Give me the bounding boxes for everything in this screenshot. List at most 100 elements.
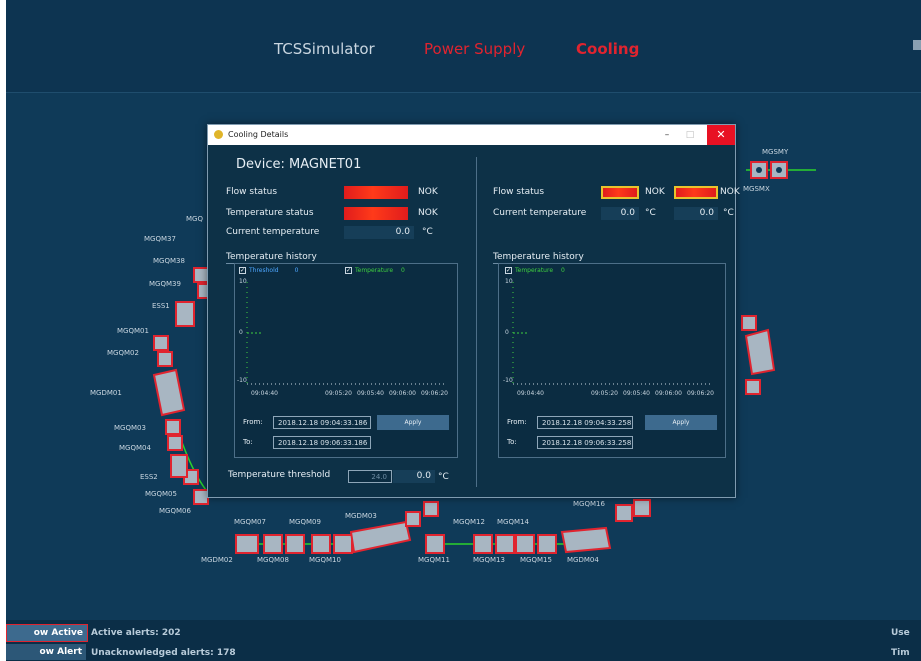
y-tick: 0: [239, 329, 243, 336]
magnet-mgqm16b: [633, 499, 651, 517]
user-label: Use: [891, 628, 910, 638]
ring-label: MGQM38: [153, 257, 185, 265]
ring-label: MGQM39: [149, 280, 181, 288]
magnet-mgqm02: [157, 351, 173, 367]
ring-label: MGDM04: [567, 556, 599, 564]
x-tick: 09:05:20: [591, 390, 618, 397]
magnet-mgqm16a: [615, 504, 633, 522]
dialog-title-bar[interactable]: Cooling Details – □ ✕: [208, 125, 735, 145]
x-tick: 09:06:20: [421, 390, 448, 397]
ring-label: MGQM02: [107, 349, 139, 357]
ring-label: MGQM14: [497, 518, 529, 526]
ring-label: MGQM06: [159, 507, 191, 515]
magnet-mgdm03: [349, 520, 412, 554]
ring-label: MGQM01: [117, 327, 149, 335]
magnet-r2: [745, 379, 761, 395]
magnet-mgqm11: [425, 534, 445, 554]
magnet-mgqm01: [153, 335, 169, 351]
x-tick: 09:04:40: [517, 390, 544, 397]
cooling-details-dialog: Cooling Details – □ ✕ Device: MAGNET01 F…: [207, 124, 740, 498]
from-input[interactable]: 2018.12.18 09:04:33.186: [273, 416, 371, 429]
from-label: From:: [507, 418, 527, 426]
magnet-mgqm04: [167, 435, 183, 451]
magnet-mgqm13: [495, 534, 515, 554]
y-tick: 10: [239, 278, 247, 285]
temperature-threshold-value: 0.0: [393, 470, 435, 483]
magnet-r3: [744, 328, 776, 376]
panel-divider: [476, 157, 477, 487]
current-temperature-label: Current temperature: [226, 227, 320, 237]
magnet-mgqm14: [515, 534, 535, 554]
temperature-threshold-label: Temperature threshold: [228, 470, 331, 480]
apply-button[interactable]: Apply: [377, 415, 449, 430]
app-window: TCSSimulator Power Supply Cooling MGQM37…: [6, 0, 921, 661]
temperature-status-label: Temperature status: [226, 208, 314, 218]
ring-label: MGQM37: [144, 235, 176, 243]
ring-label: MGQM05: [145, 490, 177, 498]
dialog-title: Cooling Details: [228, 130, 289, 139]
current-temperature-value: 0.0: [601, 207, 639, 220]
magnet-mgqm07: [263, 534, 283, 554]
magnet-mgqm09: [311, 534, 331, 554]
magnet-mgqm03: [165, 419, 181, 435]
show-alert-history-button[interactable]: ow Alert History: [6, 644, 86, 660]
ring-label: MGQM16: [573, 500, 605, 508]
magnet-mgqm06: [193, 489, 209, 505]
ring-label: MGDM02: [201, 556, 233, 564]
magnet-mgqm15: [537, 534, 557, 554]
apply-button[interactable]: Apply: [645, 415, 717, 430]
temperature-threshold-unit: °C: [438, 472, 449, 482]
ring-label: MGQM15: [520, 556, 552, 564]
magnet-ess1: [175, 301, 195, 327]
temperature-status-value: NOK: [418, 208, 438, 218]
to-input[interactable]: 2018.12.18 09:06:33.258: [537, 436, 633, 449]
to-input[interactable]: 2018.12.18 09:06:33.186: [273, 436, 371, 449]
flow-status-label: Flow status: [226, 187, 278, 197]
flow-status-label: Flow status: [493, 187, 545, 197]
ring-label: MGQM09: [289, 518, 321, 526]
y-tick: -10: [503, 377, 513, 384]
ring-label: MGQM10: [309, 556, 341, 564]
x-tick: 09:06:00: [389, 390, 416, 397]
unacknowledged-alerts-count: Unacknowledged alerts: 178: [91, 648, 236, 658]
ring-label: MGQM04: [119, 444, 151, 452]
from-input[interactable]: 2018.12.18 09:04:33.258: [537, 416, 633, 429]
flow-status-indicator: [344, 186, 408, 199]
maximize-button[interactable]: □: [683, 129, 697, 141]
current-temperature-value-2: 0.0: [674, 207, 718, 220]
ring-label: MGSMY: [762, 148, 789, 156]
left-history-panel: ✓ Threshold 0 ✓ Temperature 0 10 0 -10 09:04…: [234, 263, 458, 458]
active-alerts-count: Active alerts: 202: [91, 628, 181, 638]
time-label: Tim: [891, 648, 910, 658]
ring-label: MGQM03: [114, 424, 146, 432]
minimize-button[interactable]: –: [660, 129, 674, 141]
ring-label: MGQM11: [418, 556, 450, 564]
magnet-mgdm01: [152, 368, 186, 417]
ring-label: MGQ: [186, 215, 203, 223]
magnet-mgdm02: [235, 534, 259, 554]
show-active-alerts-button[interactable]: ow Active Alerts: [6, 624, 88, 654]
close-button[interactable]: ✕: [707, 125, 735, 145]
x-tick: 09:06:00: [655, 390, 682, 397]
current-temperature-value: 0.0: [344, 226, 414, 239]
ring-label: MGDM03: [345, 512, 377, 520]
magnet-mgqm08: [285, 534, 305, 554]
magnet-r1: [741, 315, 757, 331]
temperature-threshold-input[interactable]: 24.0: [348, 470, 392, 483]
status-bar: ow Active Alerts ow Alert History Active…: [6, 620, 921, 661]
x-tick: 09:05:20: [325, 390, 352, 397]
x-tick: 09:05:40: [623, 390, 650, 397]
device-label: Device: MAGNET01: [236, 157, 362, 172]
flow-status-value: NOK: [418, 187, 438, 197]
right-history-panel: ✓ Temperature 0 10 0 -10 09:04:40 09:05:20…: [498, 263, 726, 458]
ring-label: MGQM12: [453, 518, 485, 526]
ring-label: MGQM13: [473, 556, 505, 564]
current-temperature-unit: °C: [422, 227, 433, 237]
ring-label: MGDM01: [90, 389, 122, 397]
temperature-status-indicator: [344, 207, 408, 220]
ring-label: ESS1: [152, 302, 170, 310]
cooling-icon: [214, 130, 223, 139]
flow-status-value: NOK: [645, 187, 665, 197]
x-tick: 09:05:40: [357, 390, 384, 397]
current-temperature-unit-2: °C: [723, 208, 734, 218]
